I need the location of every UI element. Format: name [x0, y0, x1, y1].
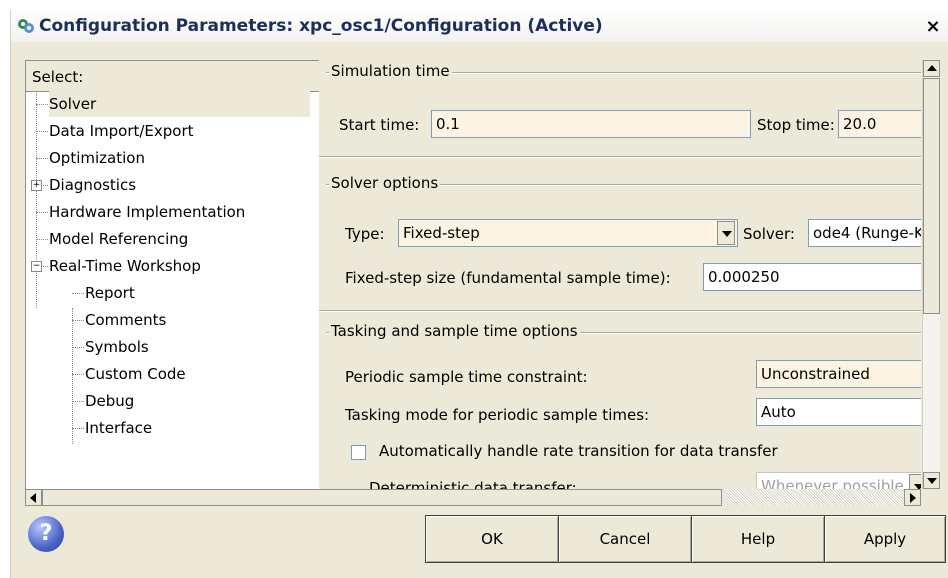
- horizontal-scrollbar[interactable]: [25, 489, 921, 506]
- solver-settings-panel: Simulation time Start time: 0.1 Stop tim…: [319, 60, 921, 489]
- simulink-config-icon: [18, 19, 34, 33]
- tree-line: [36, 212, 48, 213]
- ok-button[interactable]: OK: [425, 515, 559, 563]
- scroll-down-button[interactable]: [923, 472, 940, 489]
- start-time-input[interactable]: 0.1: [431, 110, 751, 138]
- arrow-right-icon: [910, 493, 916, 503]
- stop-time-input[interactable]: 20.0: [838, 110, 921, 138]
- tree-line: [72, 428, 84, 429]
- tree-line: [36, 91, 37, 308]
- panel-divider: [319, 310, 921, 312]
- cancel-button[interactable]: Cancel: [558, 515, 692, 563]
- tree-item-label: Real-Time Workshop: [49, 257, 201, 275]
- tree-line: [72, 308, 73, 444]
- tree-item-comments[interactable]: Comments: [85, 307, 166, 333]
- type-dropdown-arrow-icon[interactable]: [717, 221, 735, 245]
- panel-divider: [319, 156, 921, 158]
- fixed-step-size-input[interactable]: 0.000250: [703, 263, 921, 291]
- help-icon[interactable]: ?: [28, 516, 64, 552]
- tree-item-debug[interactable]: Debug: [85, 388, 134, 414]
- type-label: Type:: [345, 225, 385, 243]
- tree-item-solver[interactable]: Solver: [49, 91, 310, 117]
- tree-item-data-import-export[interactable]: Data Import/Export: [49, 118, 194, 144]
- scroll-corner: [922, 489, 939, 506]
- title-bar[interactable]: Configuration Parameters: xpc_osc1/Confi…: [11, 10, 948, 42]
- tree-item-custom-code[interactable]: Custom Code: [85, 361, 186, 387]
- help-button[interactable]: Help: [691, 515, 825, 563]
- collapse-icon[interactable]: −: [31, 261, 42, 272]
- scroll-up-button[interactable]: [923, 60, 940, 77]
- tree-line: [36, 104, 48, 105]
- tree-item-interface[interactable]: Interface: [85, 415, 152, 441]
- tree-item-diagnostics[interactable]: Diagnostics: [49, 172, 136, 198]
- fixed-step-size-label: Fixed-step size (fundamental sample time…: [345, 269, 671, 287]
- solver-options-group-label: Solver options: [329, 174, 441, 192]
- tree-item-label: Diagnostics: [49, 176, 137, 194]
- vertical-scrollbar[interactable]: [922, 60, 940, 489]
- tree-item-label: Hardware Implementation: [49, 203, 246, 221]
- tree-line: [72, 374, 84, 375]
- tree-line: [72, 320, 84, 321]
- tree-line: [72, 347, 84, 348]
- close-icon[interactable]: ×: [923, 18, 943, 36]
- simulation-time-group-label: Simulation time: [329, 62, 452, 80]
- arrow-left-icon: [30, 493, 36, 503]
- arrow-down-icon: [927, 478, 937, 484]
- expand-icon[interactable]: +: [31, 180, 42, 191]
- select-header-label: Select:: [32, 68, 84, 86]
- tree-item-label: Interface: [85, 419, 153, 437]
- scroll-right-button[interactable]: [904, 489, 921, 506]
- window-title: Configuration Parameters: xpc_osc1/Confi…: [39, 16, 603, 36]
- apply-button[interactable]: Apply: [824, 515, 946, 563]
- solver-label: Solver:: [743, 225, 795, 243]
- tree-line: [36, 239, 48, 240]
- tree-item-symbols[interactable]: Symbols: [85, 334, 149, 360]
- select-tree-panel: Select: Solver Data Import/Export Optimi…: [25, 60, 321, 491]
- tree-item-optimization[interactable]: Optimization: [49, 145, 145, 171]
- tree-item-hardware-implementation[interactable]: Hardware Implementation: [49, 199, 245, 225]
- deterministic-transfer-select: Whenever possible: [756, 472, 921, 489]
- type-select[interactable]: Fixed-step: [398, 219, 738, 247]
- tree-item-label: Debug: [85, 392, 135, 410]
- periodic-constraint-select[interactable]: Unconstrained: [756, 360, 921, 388]
- tree-item-label: Symbols: [85, 338, 149, 356]
- tree-item-label: Optimization: [49, 149, 145, 167]
- configuration-dialog: Configuration Parameters: xpc_osc1/Confi…: [10, 10, 948, 578]
- start-time-label: Start time:: [339, 116, 420, 134]
- tree-item-model-referencing[interactable]: Model Referencing: [49, 226, 188, 252]
- tasking-mode-label: Tasking mode for periodic sample times:: [345, 406, 650, 424]
- tasking-group-label: Tasking and sample time options: [329, 322, 580, 340]
- horizontal-scroll-thumb[interactable]: [42, 489, 722, 506]
- tree-line: [72, 293, 84, 294]
- tree-item-real-time-workshop[interactable]: Real-Time Workshop: [49, 253, 201, 279]
- scroll-thumb[interactable]: [923, 78, 940, 314]
- tree-item-label: Comments: [85, 311, 167, 329]
- periodic-constraint-label: Periodic sample time constraint:: [345, 368, 588, 386]
- scroll-left-button[interactable]: [25, 489, 42, 506]
- solver-select[interactable]: ode4 (Runge-K: [808, 219, 921, 247]
- tasking-mode-select[interactable]: Auto: [756, 398, 921, 426]
- select-header: Select:: [26, 61, 320, 92]
- horizontal-scroll-track[interactable]: [722, 489, 904, 506]
- stop-time-label: Stop time:: [757, 116, 835, 134]
- arrow-up-icon: [927, 65, 937, 71]
- tree-line: [36, 158, 48, 159]
- auto-rate-transition-label: Automatically handle rate transition for…: [379, 442, 778, 460]
- tree-item-label: Report: [85, 284, 135, 302]
- deterministic-transfer-label: Deterministic data transfer:: [369, 479, 577, 489]
- deterministic-dropdown-arrow-icon: [909, 474, 921, 489]
- tree-line: [72, 401, 84, 402]
- tree-item-label: Model Referencing: [49, 230, 189, 248]
- tree-item-report[interactable]: Report: [85, 280, 135, 306]
- tree-item-label: Custom Code: [85, 365, 186, 383]
- tree-item-label: Data Import/Export: [49, 122, 194, 140]
- auto-rate-transition-checkbox[interactable]: [351, 445, 366, 460]
- tree-line: [36, 131, 48, 132]
- tree-item-label: Solver: [49, 95, 97, 113]
